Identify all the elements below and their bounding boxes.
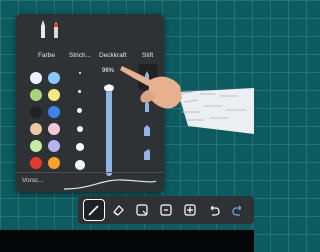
select-icon xyxy=(136,204,148,216)
stroke-width-option[interactable] xyxy=(77,108,82,113)
shape-icon xyxy=(160,204,172,216)
stroke-width-option[interactable] xyxy=(79,72,81,74)
stroke-width-option[interactable] xyxy=(75,160,85,170)
color-swatch[interactable] xyxy=(30,157,42,169)
stroke-header: Strich... xyxy=(69,52,92,59)
opacity-value: 96% xyxy=(102,68,115,74)
whiteboard-canvas[interactable]: Farbe Strich... Deckkraft Stift 96% Vors… xyxy=(0,0,254,252)
add-icon xyxy=(184,204,196,216)
stroke-width-option[interactable] xyxy=(77,126,83,132)
colors-header: Farbe xyxy=(38,52,55,59)
color-swatch[interactable] xyxy=(48,106,60,118)
color-swatch[interactable] xyxy=(30,106,42,118)
color-swatch[interactable] xyxy=(30,140,42,152)
color-swatch[interactable] xyxy=(48,72,60,84)
opacity-slider-thumb[interactable] xyxy=(104,84,114,91)
color-swatch[interactable] xyxy=(48,123,60,135)
bottom-toolbar xyxy=(78,196,254,224)
select-tool-button[interactable] xyxy=(132,200,152,220)
color-swatch[interactable] xyxy=(48,157,60,169)
redo-icon xyxy=(232,205,242,216)
pen-icon xyxy=(88,205,99,216)
pen-header: Stift xyxy=(142,52,154,59)
opacity-slider[interactable] xyxy=(106,84,112,176)
stroke-preview-curve xyxy=(63,179,157,190)
color-swatch[interactable] xyxy=(48,140,60,152)
presenter-hand xyxy=(120,66,254,134)
undo-icon xyxy=(210,205,220,216)
undo-button[interactable] xyxy=(204,200,224,220)
color-swatch[interactable] xyxy=(30,89,42,101)
screen-bezel xyxy=(0,230,254,252)
stroke-width-option[interactable] xyxy=(78,90,81,93)
stroke-width-option[interactable] xyxy=(76,143,84,151)
redo-button[interactable] xyxy=(228,200,248,220)
marker-icon xyxy=(41,20,45,38)
add-tool-button[interactable] xyxy=(180,200,200,220)
eraser-icon xyxy=(113,205,124,216)
shape-tool-button[interactable] xyxy=(156,200,176,220)
pencil-red-icon xyxy=(54,22,58,38)
color-swatch[interactable] xyxy=(30,72,42,84)
pen-preview-icons xyxy=(38,16,68,38)
stroke-preview-row: Vorsc... xyxy=(16,172,164,193)
pen-tool-button[interactable] xyxy=(83,199,105,221)
color-swatch[interactable] xyxy=(30,123,42,135)
preview-label: Vorsc... xyxy=(22,177,44,184)
opacity-header: Deckkraft xyxy=(99,52,127,59)
eraser-tool-button[interactable] xyxy=(108,200,128,220)
opacity-slider-fill xyxy=(106,87,112,176)
color-swatch[interactable] xyxy=(48,89,60,101)
